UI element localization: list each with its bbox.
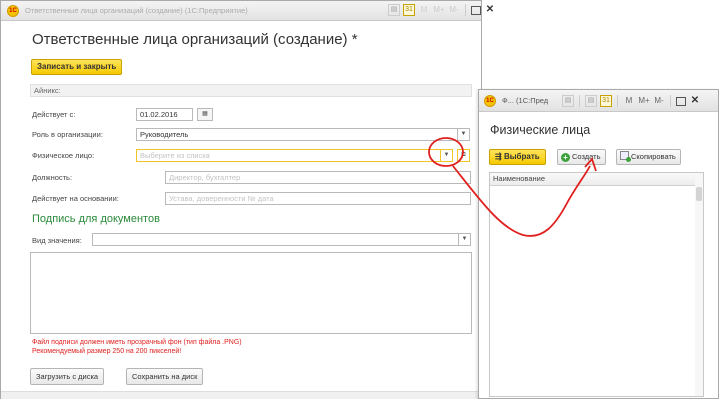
main-form-window: 1C Ответственные лица организаций (созда… [0,0,494,399]
column-header-name[interactable]: Наименование [490,173,703,186]
window-title: Ответственные лица организаций (создание… [25,6,248,15]
maximize-icon[interactable] [471,6,481,15]
title-bar: 1C Ответственные лица организаций (созда… [1,1,494,21]
open-icon[interactable]: ⧉ [457,149,470,162]
role-dropdown-icon[interactable]: ▼ [457,128,470,141]
memory-plus-button[interactable]: M+ [433,4,445,16]
position-label: Должность: [32,173,73,182]
close-icon[interactable]: ✕ [484,4,496,16]
page-title: Ответственные лица организаций (создание… [32,31,358,48]
save-and-close-button[interactable]: Записать и закрыть [31,59,123,75]
choose-label: Выбрать [503,152,540,161]
maximize-icon[interactable] [676,97,686,106]
basis-label: Действует на основании: [32,194,119,203]
basis-field[interactable]: Устава, доверенности № дата [165,192,471,205]
signature-area[interactable] [30,252,472,334]
copy-button[interactable]: Скопировать [616,149,681,165]
person-field[interactable]: Выберите из списка [136,149,441,162]
individuals-window: 1C Ф... (1С:Пред ▤ ▤ 31 M M+ M- ✕ Физиче… [478,89,719,399]
value-type-field[interactable] [92,233,459,246]
value-type-label: Вид значения: [32,236,82,245]
horizontal-scrollbar[interactable] [1,391,481,399]
memory-minus-button[interactable]: M- [448,4,460,16]
memory-m-button[interactable]: M [418,4,430,16]
individuals-table[interactable]: Наименование [489,172,704,397]
valid-from-label: Действует с: [32,110,76,119]
vertical-scrollbar[interactable] [695,173,703,396]
title-bar: 1C Ф... (1С:Пред ▤ ▤ 31 M M+ M- ✕ [479,90,718,112]
valid-from-field[interactable]: 01.02.2016 [136,108,193,121]
role-label: Роль в организации: [32,130,103,139]
calendar-icon[interactable]: 31 [600,95,612,107]
divider [579,95,580,107]
scrollbar-thumb[interactable] [696,187,702,201]
position-field[interactable]: Директор, бухгалтер [165,171,471,184]
memory-m-button[interactable]: M [623,95,635,107]
1c-logo-icon: 1C [7,5,19,17]
1c-logo-icon: 1C [484,95,496,107]
person-label: Физическое лицо: [32,151,95,160]
favorites-icon[interactable]: ▤ [388,4,400,16]
role-field[interactable]: Руководитель [136,128,458,141]
favorites-icon[interactable]: ▤ [562,95,574,107]
title-buttons: ▤ 31 M M+ M- ✕ [388,4,496,16]
save-to-disk-button[interactable]: Сохранить на диск [126,368,204,385]
load-from-disk-button[interactable]: Загрузить с диска [30,368,105,385]
calendar-picker-icon[interactable]: ▦ [197,108,213,121]
window-title: Ф... (1С:Пред [502,96,549,105]
page-title: Физические лица [490,123,591,137]
plus-icon: + [561,153,570,162]
note-text: Файл подписи должен иметь прозрачный фон… [32,339,242,346]
divider [617,95,618,107]
title-buttons: ▤ ▤ 31 M M+ M- ✕ [562,95,701,107]
create-button[interactable]: + Создать [557,149,606,165]
close-icon[interactable]: ✕ [689,95,701,107]
section-title: Подпись для документов [32,213,160,225]
memory-minus-button[interactable]: M- [653,95,665,107]
memory-plus-button[interactable]: M+ [638,95,650,107]
choose-button[interactable]: ⇶ Выбрать [489,149,546,165]
value-type-dropdown-icon[interactable]: ▼ [458,233,471,246]
choose-icon: ⇶ [495,152,502,161]
list-icon[interactable]: ▤ [585,95,597,107]
divider [670,95,671,107]
copy-label: Скопировать [631,152,676,161]
note-text-2: Рекомендуемый размер 250 на 200 пикселей… [32,348,182,355]
calendar-icon[interactable]: 31 [403,4,415,16]
organization-name: Айникс: [30,84,472,97]
divider [465,4,466,16]
create-label: Создать [572,152,601,161]
copy-icon [620,151,631,162]
person-dropdown-icon[interactable]: ▼ [440,149,453,162]
